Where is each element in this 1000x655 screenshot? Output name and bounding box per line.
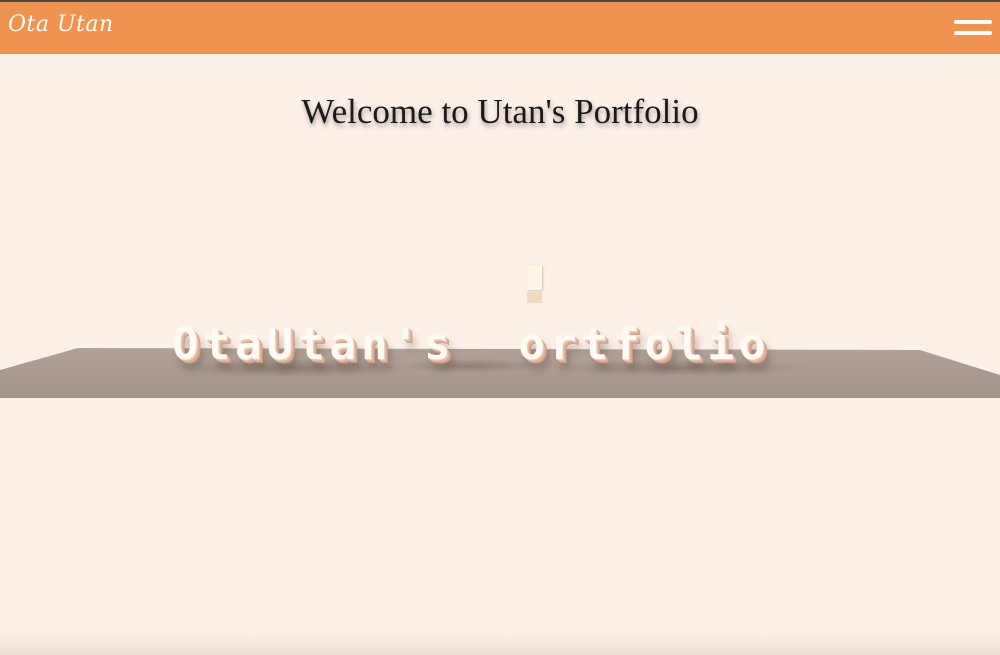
bottom-shadow bbox=[0, 631, 1000, 655]
menu-bar-bottom bbox=[954, 31, 992, 35]
page: Ota Utan Welcome to Utan's Portfolio Ota… bbox=[0, 0, 1000, 655]
floating-block-top bbox=[527, 265, 542, 290]
navbar: Ota Utan bbox=[0, 0, 1000, 54]
floating-letter-block bbox=[527, 265, 542, 303]
floating-block-bottom bbox=[527, 292, 542, 303]
page-title: Welcome to Utan's Portfolio bbox=[301, 92, 699, 131]
3d-text-portfolio: OtaUtan's ortfolio bbox=[172, 319, 771, 370]
menu-bar-top bbox=[954, 20, 992, 24]
hamburger-menu-icon[interactable] bbox=[954, 18, 992, 40]
3d-scene-canvas[interactable]: OtaUtan's ortfolio bbox=[0, 255, 1000, 415]
brand-logo-link[interactable]: Ota Utan bbox=[8, 12, 114, 37]
